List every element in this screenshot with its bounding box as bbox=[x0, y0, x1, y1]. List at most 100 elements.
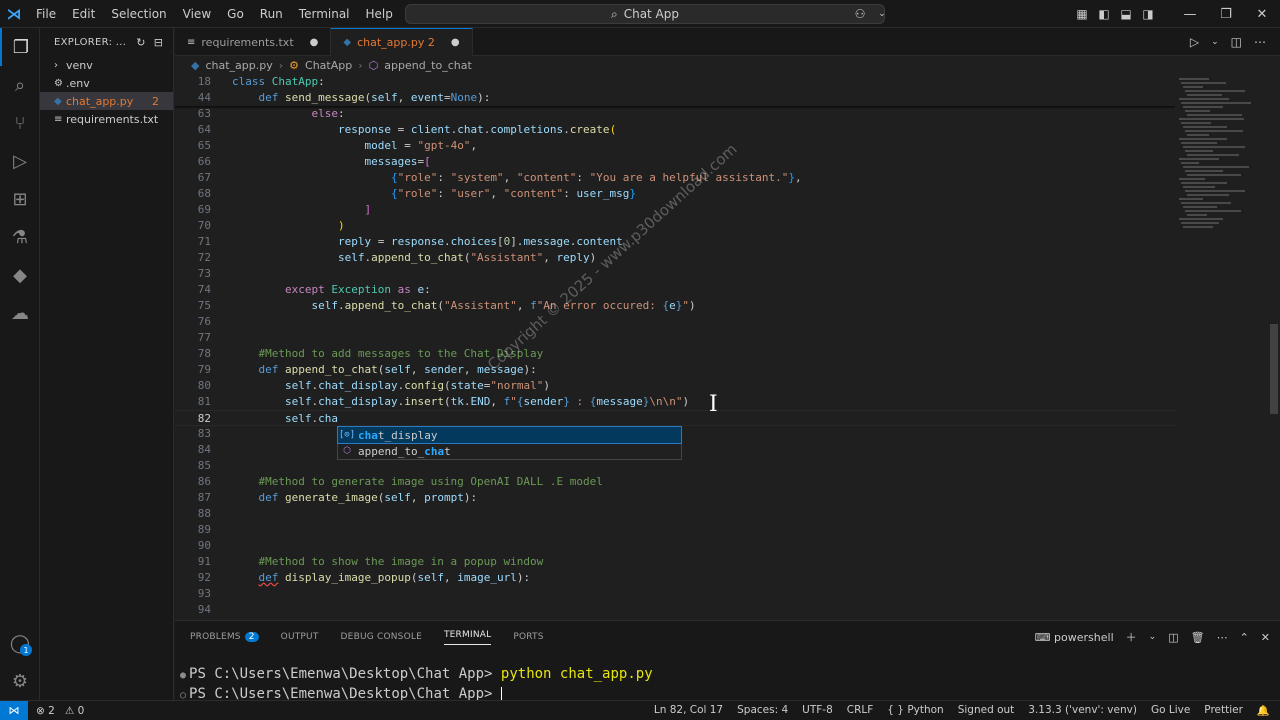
menu-terminal[interactable]: Terminal bbox=[291, 0, 358, 28]
extensions-icon[interactable]: ⊞ bbox=[0, 180, 40, 218]
status-prettier[interactable]: Prettier bbox=[1204, 704, 1243, 717]
status-account[interactable]: Signed out bbox=[958, 704, 1015, 717]
line-code[interactable]: #Method to generate image using OpenAI D… bbox=[232, 474, 603, 490]
line-number[interactable]: 80 bbox=[175, 378, 211, 394]
line-code[interactable]: self.chat_display.insert(tk.END, f"{send… bbox=[232, 394, 689, 410]
close-window-icon[interactable]: ✕ bbox=[1244, 7, 1280, 22]
line-number[interactable]: 76 bbox=[175, 314, 211, 330]
line-code[interactable]: messages=[ bbox=[232, 154, 430, 170]
terminal-shell-selector[interactable]: ⌨ powershell bbox=[1035, 631, 1114, 644]
line-code[interactable]: self.chat_display.config(state="normal") bbox=[232, 378, 550, 394]
line-number[interactable]: 78 bbox=[175, 346, 211, 362]
split-terminal-icon[interactable]: ◫ bbox=[1168, 631, 1178, 644]
layout-icon[interactable]: ▦ bbox=[1072, 7, 1092, 21]
line-number[interactable]: 73 bbox=[175, 266, 211, 282]
line-code[interactable]: def display_image_popup(self, image_url)… bbox=[232, 570, 531, 586]
run-python-icon[interactable]: ▷ bbox=[1190, 35, 1199, 49]
code-line[interactable]: 89 bbox=[175, 522, 1175, 538]
line-code[interactable]: except Exception as e: bbox=[232, 282, 431, 298]
tab-problems[interactable]: PROBLEMS 2 bbox=[190, 632, 259, 642]
line-number[interactable]: 81 bbox=[175, 394, 211, 410]
line-number[interactable]: 94 bbox=[175, 602, 211, 618]
line-number[interactable]: 75 bbox=[175, 298, 211, 314]
code-line[interactable]: 64 response = client.chat.completions.cr… bbox=[175, 122, 1175, 138]
copilot-icon[interactable]: ⚇ bbox=[850, 7, 870, 21]
source-control-icon[interactable]: ⑂ bbox=[0, 104, 40, 142]
search-view-icon[interactable]: ⌕ bbox=[0, 66, 40, 104]
notifications-bell-icon[interactable]: 🔔 bbox=[1257, 704, 1270, 717]
minimap[interactable] bbox=[1175, 74, 1267, 620]
code-line[interactable]: 87 def generate_image(self, prompt): bbox=[175, 490, 1175, 506]
line-number[interactable]: 66 bbox=[175, 154, 211, 170]
line-number[interactable]: 93 bbox=[175, 586, 211, 602]
line-code[interactable]: model = "gpt-4o", bbox=[232, 138, 477, 154]
code-line[interactable]: 66 messages=[ bbox=[175, 154, 1175, 170]
tree-item-chat-app[interactable]: ◆ chat_app.py 2 bbox=[40, 92, 173, 110]
code-line[interactable]: 65 model = "gpt-4o", bbox=[175, 138, 1175, 154]
code-line[interactable]: 76 bbox=[175, 314, 1175, 330]
new-terminal-chevron-icon[interactable]: ⌄ bbox=[1149, 632, 1157, 642]
remote-indicator-icon[interactable]: ⋈ bbox=[0, 700, 28, 720]
tree-item-venv[interactable]: › venv bbox=[40, 56, 173, 74]
code-line[interactable]: 18 class ChatApp: bbox=[175, 74, 1175, 90]
code-line[interactable]: 72 self.append_to_chat("Assistant", repl… bbox=[175, 250, 1175, 266]
line-number[interactable]: 84 bbox=[175, 442, 211, 458]
docker-icon[interactable]: ☁ bbox=[0, 294, 40, 332]
line-code[interactable]: reply = response.choices[0].message.cont… bbox=[232, 234, 623, 250]
code-line[interactable]: 70 ) bbox=[175, 218, 1175, 234]
line-code[interactable]: def send_message(self, event=None): bbox=[232, 90, 491, 106]
testing-icon[interactable]: ⚗ bbox=[0, 218, 40, 256]
code-line[interactable]: 67 {"role": "system", "content": "You ar… bbox=[175, 170, 1175, 186]
line-code[interactable]: self.append_to_chat("Assistant", reply) bbox=[232, 250, 596, 266]
status-errors[interactable]: ⊗ 2 bbox=[36, 705, 55, 717]
line-number[interactable]: 67 bbox=[175, 170, 211, 186]
line-number[interactable]: 72 bbox=[175, 250, 211, 266]
explorer-icon[interactable]: ❐ bbox=[0, 28, 40, 66]
breadcrumb-method[interactable]: append_to_chat bbox=[384, 59, 472, 72]
code-line[interactable]: 82 self.cha bbox=[175, 410, 1175, 426]
more-actions-icon[interactable]: ⋯ bbox=[1217, 631, 1228, 644]
line-number[interactable]: 77 bbox=[175, 330, 211, 346]
line-number[interactable]: 85 bbox=[175, 458, 211, 474]
line-number[interactable]: 86 bbox=[175, 474, 211, 490]
line-number[interactable]: 91 bbox=[175, 554, 211, 570]
toggle-panel-icon[interactable]: ⬓ bbox=[1116, 7, 1136, 21]
menu-go[interactable]: Go bbox=[219, 0, 252, 28]
tab-terminal[interactable]: TERMINAL bbox=[443, 630, 492, 645]
status-eol[interactable]: CRLF bbox=[847, 704, 874, 717]
tab-chat-app[interactable]: ◆ chat_app.py 2 ● bbox=[331, 28, 473, 56]
run-debug-icon[interactable]: ▷ bbox=[0, 142, 40, 180]
editor-scrollbar[interactable] bbox=[1268, 74, 1280, 620]
code-line[interactable]: 93 bbox=[175, 586, 1175, 602]
line-number[interactable]: 71 bbox=[175, 234, 211, 250]
split-editor-icon[interactable]: ◫ bbox=[1231, 35, 1242, 49]
code-line[interactable]: 94 bbox=[175, 602, 1175, 618]
code-line[interactable]: 71 reply = response.choices[0].message.c… bbox=[175, 234, 1175, 250]
line-code[interactable]: def generate_image(self, prompt): bbox=[232, 490, 478, 506]
code-line[interactable]: 91 #Method to show the image in a popup … bbox=[175, 554, 1175, 570]
line-code[interactable]: {"role": "user", "content": user_msg} bbox=[232, 186, 636, 202]
scrollbar-thumb[interactable] bbox=[1270, 324, 1278, 414]
status-language[interactable]: { } Python bbox=[887, 704, 943, 717]
unsaved-dot-icon[interactable]: ● bbox=[451, 37, 460, 48]
line-number[interactable]: 79 bbox=[175, 362, 211, 378]
code-line[interactable]: 92 def display_image_popup(self, image_u… bbox=[175, 570, 1175, 586]
toggle-sidebar-icon[interactable]: ◧ bbox=[1094, 7, 1114, 21]
code-line[interactable]: 44 def send_message(self, event=None): bbox=[175, 90, 1175, 106]
code-line[interactable]: 75 self.append_to_chat("Assistant", f"An… bbox=[175, 298, 1175, 314]
code-editor[interactable]: 18 class ChatApp: 44 def send_message(self… bbox=[175, 74, 1175, 620]
status-cursor-position[interactable]: Ln 82, Col 17 bbox=[654, 704, 723, 717]
line-number[interactable]: 83 bbox=[175, 426, 211, 442]
terminal-output[interactable]: ● PS C:\Users\Emenwa\Desktop\Chat App> py… bbox=[180, 665, 653, 705]
line-code[interactable]: ] bbox=[232, 202, 371, 218]
menu-view[interactable]: View bbox=[175, 0, 219, 28]
maximize-panel-icon[interactable]: ⌃ bbox=[1240, 631, 1249, 644]
tab-output[interactable]: OUTPUT bbox=[281, 632, 319, 642]
line-number[interactable]: 88 bbox=[175, 506, 211, 522]
line-code[interactable]: ) bbox=[232, 218, 345, 234]
refresh-icon[interactable]: ↻ bbox=[136, 36, 146, 49]
tab-requirements[interactable]: ≡ requirements.txt ● bbox=[175, 28, 332, 56]
settings-gear-icon[interactable]: ⚙ bbox=[0, 662, 40, 700]
line-number[interactable]: 68 bbox=[175, 186, 211, 202]
breadcrumb-file[interactable]: chat_app.py bbox=[205, 59, 272, 72]
